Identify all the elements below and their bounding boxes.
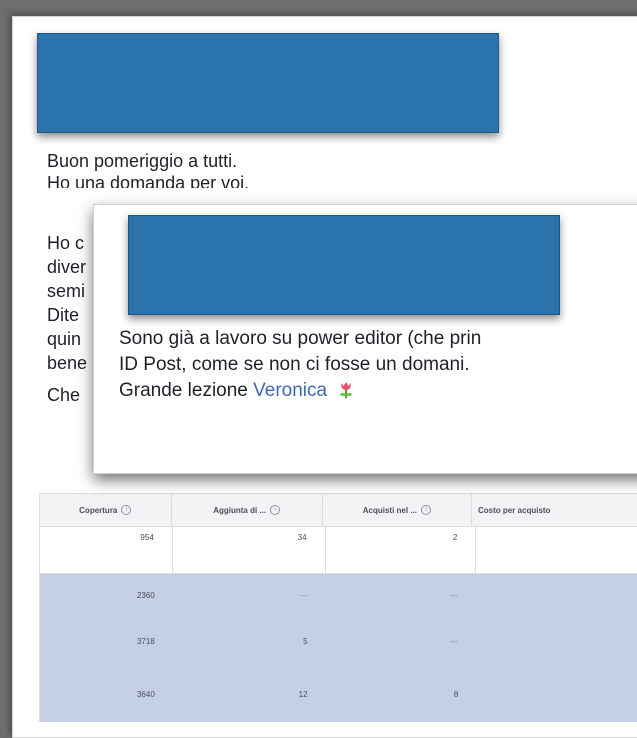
post-line-7: quin (47, 329, 82, 349)
cell-costo (476, 574, 637, 616)
cell-acquisti: 8 (453, 689, 459, 699)
post-line-4: diver (47, 257, 87, 277)
cell-acquisti: — (450, 590, 459, 600)
cell-copertura: 2360 (136, 590, 155, 600)
post-line-9: Che (47, 385, 81, 405)
cell-costo (476, 666, 637, 722)
post-line-5: semi (47, 281, 86, 301)
table-row[interactable]: 954 34 2 (39, 527, 637, 574)
post-line-8: bene (47, 353, 88, 373)
cell-costo (476, 527, 637, 573)
cell-acquisti: — (450, 636, 459, 646)
cell-costo (476, 616, 637, 666)
post-line-2: Ho una domanda per voi. (47, 173, 250, 188)
post-line-3: Ho c (47, 233, 85, 253)
info-icon[interactable]: i (420, 505, 431, 515)
column-header-acquisti[interactable]: Acquisti nel ... i (323, 494, 472, 526)
post-line-1: Buon pomeriggio a tutti. (47, 151, 238, 171)
post-line-6: Dite (47, 305, 80, 325)
cell-aggiunta: 12 (298, 689, 308, 699)
column-header-aggiunta[interactable]: Aggiunta di ... i (172, 494, 323, 526)
tulip-icon (336, 379, 356, 399)
comment-line-2: ID Post, come se non ci fosse un domani. (119, 354, 470, 375)
comment-line-1: Sono già a lavoro su power editor (che p… (119, 328, 482, 349)
comment-card: Sono già a lavoro su power editor (che p… (93, 204, 637, 474)
cell-copertura: 3640 (136, 689, 155, 699)
column-header-copertura[interactable]: Copertura i (40, 494, 172, 526)
cell-aggiunta: — (299, 590, 308, 600)
mention-link[interactable]: Veronica (253, 380, 327, 401)
cell-acquisti: 2 (326, 527, 477, 573)
comment-line-3: Grande lezione Veronica (119, 379, 356, 403)
table-row[interactable]: 3640 12 8 (39, 666, 637, 722)
cell-copertura: 3718 (136, 636, 155, 646)
cell-copertura: 954 (40, 527, 173, 573)
table-header: Copertura i Aggiunta di ... i Acquisti nel… (39, 493, 637, 527)
info-icon[interactable]: i (121, 505, 132, 515)
cell-aggiunta: 5 (303, 636, 308, 646)
info-icon[interactable]: i (270, 505, 281, 515)
redacted-commenter-block (128, 215, 560, 315)
table-row[interactable]: 2360 — — (39, 574, 637, 616)
column-header-costo[interactable]: Costo per acquisto (472, 494, 637, 526)
redacted-author-block (37, 33, 499, 133)
table-row[interactable]: 3718 5 — (39, 616, 637, 666)
ads-stats-table: Copertura i Aggiunta di ... i Acquisti nel… (39, 493, 637, 722)
cell-aggiunta: 34 (173, 527, 326, 573)
